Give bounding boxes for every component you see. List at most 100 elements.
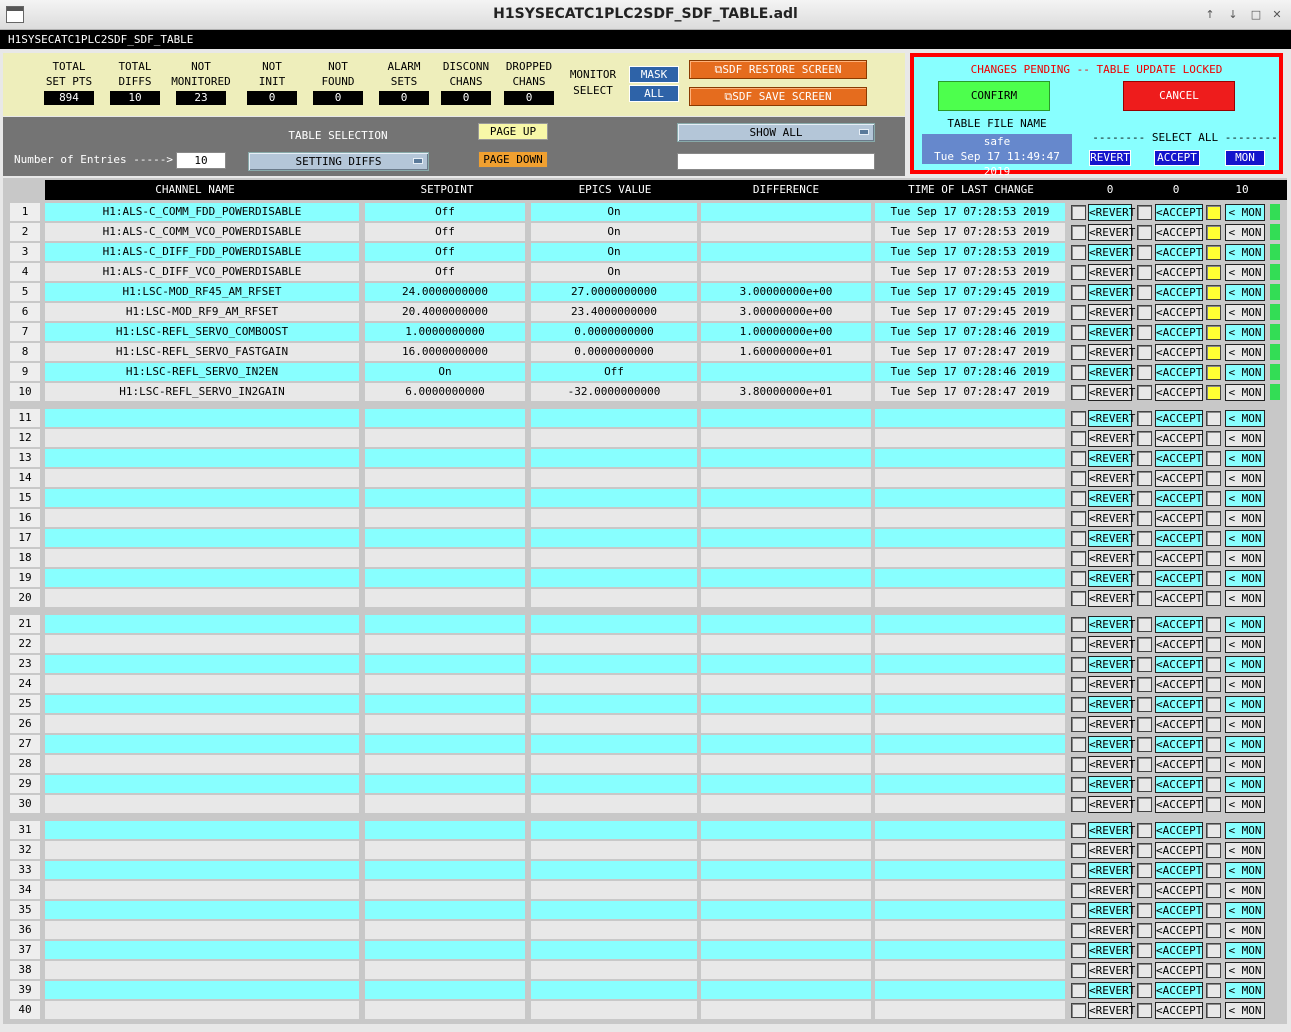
accept-checkbox[interactable]	[1137, 325, 1152, 340]
mon-checkbox[interactable]	[1206, 471, 1221, 486]
mon-checkbox[interactable]	[1206, 737, 1221, 752]
mon-button[interactable]: < MON	[1225, 364, 1265, 381]
mon-checkbox[interactable]	[1206, 843, 1221, 858]
revert-checkbox[interactable]	[1071, 245, 1086, 260]
revert-button[interactable]: <REVERT	[1088, 922, 1135, 939]
revert-button[interactable]: <REVERT	[1088, 450, 1135, 467]
revert-button[interactable]: <REVERT	[1088, 324, 1135, 341]
accept-checkbox[interactable]	[1137, 983, 1152, 998]
mon-checkbox[interactable]	[1206, 245, 1221, 260]
mon-checkbox[interactable]	[1206, 325, 1221, 340]
window-maximize-icon[interactable]: □	[1249, 8, 1263, 22]
accept-checkbox[interactable]	[1137, 265, 1152, 280]
accept-button[interactable]: <ACCEPT	[1155, 590, 1203, 607]
revert-checkbox[interactable]	[1071, 863, 1086, 878]
revert-checkbox[interactable]	[1071, 777, 1086, 792]
accept-button[interactable]: <ACCEPT	[1155, 470, 1203, 487]
mon-button[interactable]: < MON	[1225, 922, 1265, 939]
mon-button[interactable]: < MON	[1225, 284, 1265, 301]
accept-button[interactable]: <ACCEPT	[1155, 656, 1203, 673]
mon-button[interactable]: < MON	[1225, 224, 1265, 241]
revert-button[interactable]: <REVERT	[1088, 510, 1135, 527]
accept-checkbox[interactable]	[1137, 757, 1152, 772]
revert-button[interactable]: <REVERT	[1088, 410, 1135, 427]
accept-checkbox[interactable]	[1137, 863, 1152, 878]
mon-checkbox[interactable]	[1206, 571, 1221, 586]
mon-checkbox[interactable]	[1206, 451, 1221, 466]
mon-button[interactable]: < MON	[1225, 344, 1265, 361]
revert-button[interactable]: <REVERT	[1088, 550, 1135, 567]
select-all-mon-button[interactable]: MON	[1225, 150, 1265, 166]
accept-checkbox[interactable]	[1137, 225, 1152, 240]
accept-button[interactable]: <ACCEPT	[1155, 862, 1203, 879]
mon-checkbox[interactable]	[1206, 265, 1221, 280]
revert-button[interactable]: <REVERT	[1088, 590, 1135, 607]
accept-button[interactable]: <ACCEPT	[1155, 636, 1203, 653]
revert-checkbox[interactable]	[1071, 637, 1086, 652]
accept-checkbox[interactable]	[1137, 637, 1152, 652]
accept-checkbox[interactable]	[1137, 365, 1152, 380]
accept-button[interactable]: <ACCEPT	[1155, 696, 1203, 713]
revert-checkbox[interactable]	[1071, 757, 1086, 772]
mon-checkbox[interactable]	[1206, 225, 1221, 240]
accept-checkbox[interactable]	[1137, 963, 1152, 978]
revert-checkbox[interactable]	[1071, 471, 1086, 486]
mon-button[interactable]: < MON	[1225, 264, 1265, 281]
mon-button[interactable]: < MON	[1225, 430, 1265, 447]
mon-button[interactable]: < MON	[1225, 450, 1265, 467]
mon-checkbox[interactable]	[1206, 385, 1221, 400]
accept-button[interactable]: <ACCEPT	[1155, 204, 1203, 221]
revert-checkbox[interactable]	[1071, 697, 1086, 712]
mon-button[interactable]: < MON	[1225, 304, 1265, 321]
revert-button[interactable]: <REVERT	[1088, 430, 1135, 447]
revert-button[interactable]: <REVERT	[1088, 656, 1135, 673]
monitor-mask-button[interactable]: MASK	[629, 66, 679, 83]
accept-checkbox[interactable]	[1137, 923, 1152, 938]
revert-checkbox[interactable]	[1071, 883, 1086, 898]
page-down-button[interactable]: PAGE DOWN	[478, 151, 548, 168]
mon-checkbox[interactable]	[1206, 411, 1221, 426]
revert-checkbox[interactable]	[1071, 531, 1086, 546]
confirm-button[interactable]: CONFIRM	[938, 81, 1050, 111]
revert-checkbox[interactable]	[1071, 265, 1086, 280]
revert-button[interactable]: <REVERT	[1088, 364, 1135, 381]
mon-checkbox[interactable]	[1206, 551, 1221, 566]
accept-checkbox[interactable]	[1137, 411, 1152, 426]
revert-button[interactable]: <REVERT	[1088, 344, 1135, 361]
mon-checkbox[interactable]	[1206, 717, 1221, 732]
mon-button[interactable]: < MON	[1225, 716, 1265, 733]
revert-checkbox[interactable]	[1071, 943, 1086, 958]
mon-checkbox[interactable]	[1206, 511, 1221, 526]
accept-button[interactable]: <ACCEPT	[1155, 304, 1203, 321]
accept-checkbox[interactable]	[1137, 737, 1152, 752]
mon-checkbox[interactable]	[1206, 657, 1221, 672]
revert-checkbox[interactable]	[1071, 225, 1086, 240]
mon-checkbox[interactable]	[1206, 983, 1221, 998]
accept-button[interactable]: <ACCEPT	[1155, 490, 1203, 507]
mon-checkbox[interactable]	[1206, 677, 1221, 692]
mon-checkbox[interactable]	[1206, 863, 1221, 878]
accept-button[interactable]: <ACCEPT	[1155, 224, 1203, 241]
mon-button[interactable]: < MON	[1225, 204, 1265, 221]
select-all-revert-button[interactable]: REVERT	[1089, 150, 1131, 166]
accept-checkbox[interactable]	[1137, 943, 1152, 958]
accept-button[interactable]: <ACCEPT	[1155, 736, 1203, 753]
accept-button[interactable]: <ACCEPT	[1155, 982, 1203, 999]
mon-button[interactable]: < MON	[1225, 676, 1265, 693]
accept-button[interactable]: <ACCEPT	[1155, 676, 1203, 693]
mon-button[interactable]: < MON	[1225, 796, 1265, 813]
accept-checkbox[interactable]	[1137, 305, 1152, 320]
mon-checkbox[interactable]	[1206, 365, 1221, 380]
revert-checkbox[interactable]	[1071, 385, 1086, 400]
mon-button[interactable]: < MON	[1225, 410, 1265, 427]
mon-button[interactable]: < MON	[1225, 470, 1265, 487]
accept-button[interactable]: <ACCEPT	[1155, 430, 1203, 447]
accept-checkbox[interactable]	[1137, 571, 1152, 586]
revert-button[interactable]: <REVERT	[1088, 304, 1135, 321]
accept-checkbox[interactable]	[1137, 883, 1152, 898]
page-up-button[interactable]: PAGE UP	[478, 123, 548, 140]
mon-checkbox[interactable]	[1206, 943, 1221, 958]
mon-checkbox[interactable]	[1206, 491, 1221, 506]
revert-checkbox[interactable]	[1071, 903, 1086, 918]
mon-button[interactable]: < MON	[1225, 842, 1265, 859]
